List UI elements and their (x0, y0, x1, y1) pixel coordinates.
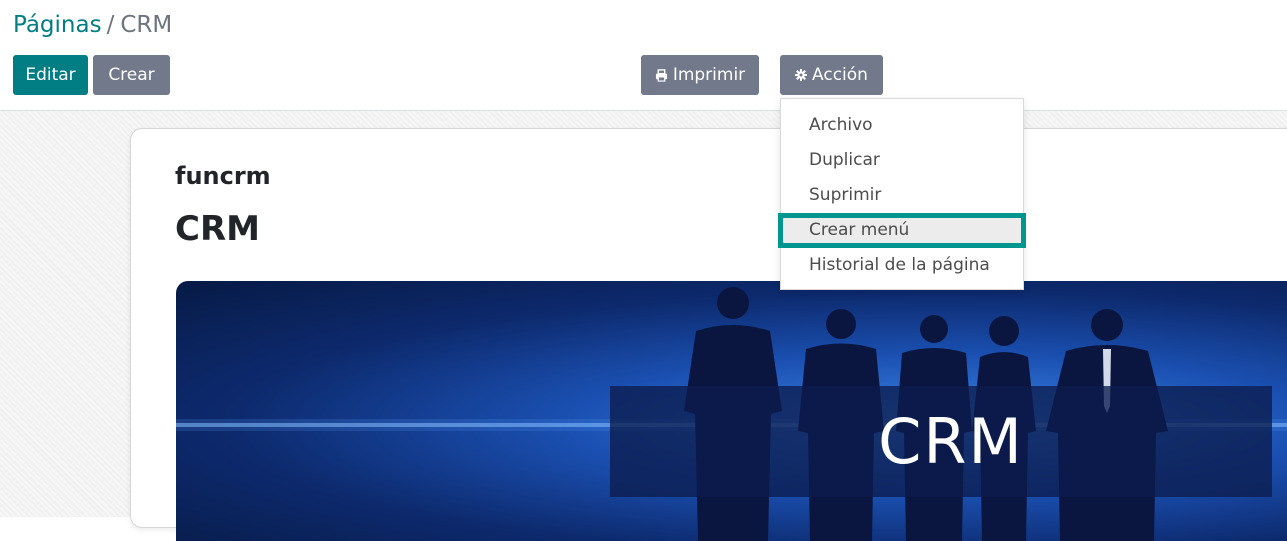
menu-item-create-menu[interactable]: Crear menú (778, 213, 1026, 248)
print-icon (655, 68, 668, 82)
edit-button[interactable]: Editar (13, 55, 88, 95)
breadcrumb: Páginas / CRM (13, 10, 172, 40)
page-slug: funcrm (175, 162, 271, 190)
breadcrumb-parent-link[interactable]: Páginas (13, 12, 102, 38)
menu-item-delete[interactable]: Suprimir (781, 178, 1023, 213)
gear-icon (795, 69, 808, 81)
breadcrumb-separator: / (106, 12, 115, 38)
menu-item-archive[interactable]: Archivo (781, 108, 1023, 143)
form-sheet: funcrm CRM CRM (130, 128, 1287, 541)
create-button[interactable]: Crear (93, 55, 170, 95)
print-button-label: Imprimir (672, 65, 746, 85)
page-title: CRM (175, 209, 260, 249)
action-button-label: Acción (812, 65, 868, 85)
banner-caption-text: CRM (878, 405, 1024, 478)
content-area: funcrm CRM CRM (0, 111, 1287, 541)
breadcrumb-current: CRM (120, 12, 173, 38)
banner-image: CRM (176, 281, 1287, 541)
action-dropdown-menu: Archivo Duplicar Suprimir Crear menú His… (778, 98, 1026, 290)
control-panel: Páginas / CRM Editar Crear Imprimir Acci… (0, 0, 1287, 111)
print-button[interactable]: Imprimir (641, 55, 759, 95)
action-button[interactable]: Acción (780, 55, 883, 95)
create-button-label: Crear (108, 65, 155, 85)
edit-button-label: Editar (25, 65, 76, 85)
banner-caption: CRM (610, 386, 1272, 497)
menu-item-page-history[interactable]: Historial de la página (781, 248, 1023, 283)
menu-item-duplicate[interactable]: Duplicar (781, 143, 1023, 178)
